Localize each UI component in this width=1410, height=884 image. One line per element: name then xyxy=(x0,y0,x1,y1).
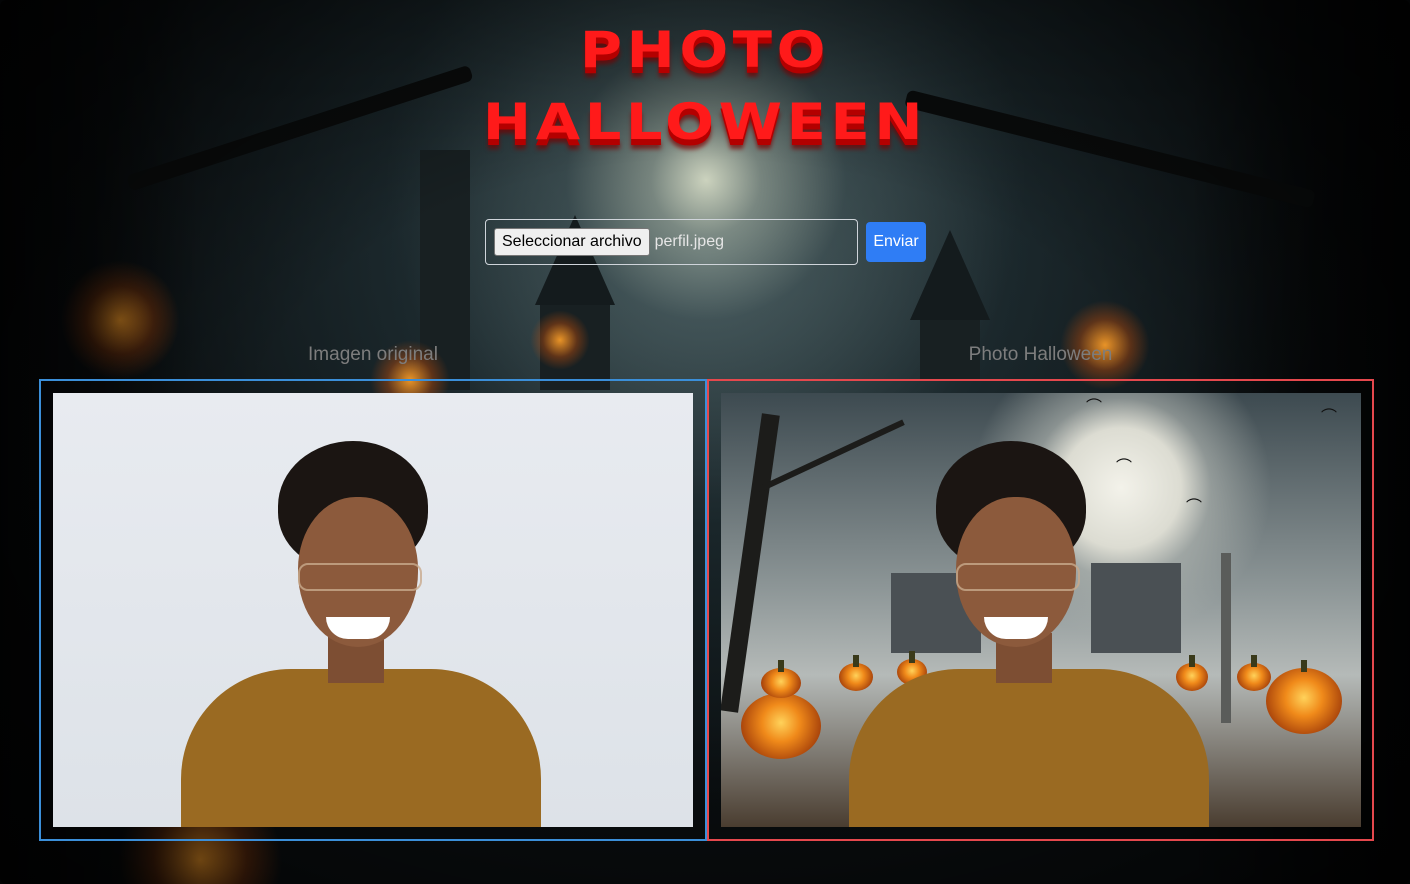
bat-icon: ⌒ xyxy=(1116,459,1133,476)
jack-o-lantern xyxy=(1176,655,1208,691)
page-title: PHOTO HALLOWEEN xyxy=(0,14,1410,158)
bat-icon: ⌒ xyxy=(1086,399,1103,416)
dead-tree xyxy=(1221,553,1231,723)
person-shirt xyxy=(181,669,541,827)
submit-button[interactable]: Enviar xyxy=(866,222,926,262)
jack-o-lantern xyxy=(741,685,821,759)
dead-tree xyxy=(721,413,780,713)
halloween-photo: ⌒ ⌒ ⌒ ⌒ xyxy=(721,393,1361,827)
dead-tree-branch xyxy=(757,419,905,493)
choose-file-button[interactable]: Seleccionar archivo xyxy=(494,228,650,256)
original-image-label: Imagen original xyxy=(308,344,438,365)
file-input[interactable]: Seleccionar archivo perfil.jpeg xyxy=(485,219,858,265)
title-line-photo: PHOTO xyxy=(579,21,831,79)
title-line-halloween: HALLOWEEN xyxy=(482,93,928,151)
original-photo xyxy=(53,393,693,827)
jack-o-lantern xyxy=(1237,655,1271,691)
person-glasses xyxy=(298,563,422,591)
halloween-image-panel: ⌒ ⌒ ⌒ ⌒ xyxy=(707,379,1374,841)
original-image-panel xyxy=(39,379,707,841)
jack-o-lantern xyxy=(1266,660,1342,734)
bat-icon: ⌒ xyxy=(1321,409,1338,426)
selected-file-name: perfil.jpeg xyxy=(654,233,724,250)
halloween-image-label: Photo Halloween xyxy=(968,344,1113,365)
jack-o-lantern xyxy=(839,655,873,691)
person-glasses xyxy=(956,563,1080,591)
person-shirt xyxy=(849,669,1209,827)
upload-form: Seleccionar archivo perfil.jpeg Enviar xyxy=(485,219,926,265)
haunted-house xyxy=(1091,563,1181,653)
bat-icon: ⌒ xyxy=(1186,499,1203,516)
jack-o-lantern xyxy=(761,660,801,698)
